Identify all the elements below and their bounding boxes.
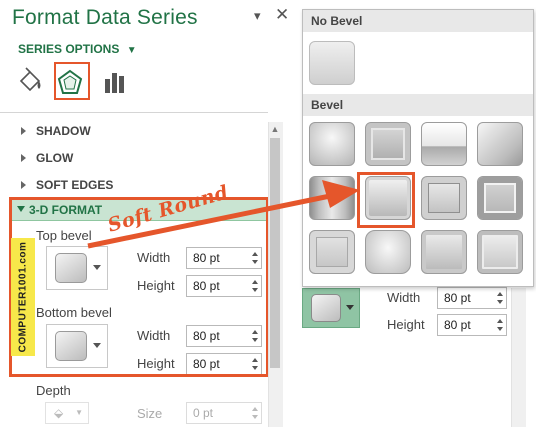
no-bevel-header-label: No Bevel [311, 14, 363, 28]
chevron-down-icon: ▼ [75, 408, 83, 417]
spin-up-icon[interactable] [497, 292, 503, 296]
pane-divider [0, 112, 268, 113]
bevel-tile-riblet[interactable] [365, 230, 411, 274]
expand-icon [21, 127, 26, 135]
paint-bucket-icon: ⬙ [54, 406, 64, 420]
right-width-spinner[interactable]: 80 pt [437, 287, 507, 309]
bevel-tile-convex[interactable] [421, 176, 467, 220]
right-width-value: 80 pt [444, 291, 471, 305]
depth-color-picker[interactable]: ⬙ ▼ [45, 402, 89, 424]
series-options-label: SERIES OPTIONS [18, 42, 120, 56]
bevel-tile-cross[interactable] [421, 122, 467, 166]
watermark: COMPUTER1001.com [11, 238, 35, 356]
chevron-down-icon [346, 305, 354, 310]
watermark-text: COMPUTER1001.com [17, 241, 29, 353]
right-height-value: 80 pt [444, 318, 471, 332]
section-shadow[interactable]: SHADOW [36, 124, 91, 138]
bevel-preview-icon [311, 294, 341, 322]
scroll-up-icon[interactable]: ▲ [268, 122, 282, 136]
spin-down-icon[interactable] [497, 327, 503, 331]
expand-icon [21, 181, 26, 189]
pentagon-icon[interactable] [57, 67, 83, 97]
scrollbar-thumb[interactable] [270, 138, 280, 368]
bevel-tile-hard-edge[interactable] [421, 230, 467, 274]
depth-size-spinner[interactable]: 0 pt [186, 402, 262, 424]
section-soft-edges[interactable]: SOFT EDGES [36, 178, 113, 192]
bevel-tile-angle[interactable] [309, 176, 355, 220]
selected-bevel-highlight [357, 172, 415, 228]
no-bevel-header: No Bevel [303, 10, 533, 32]
bar-chart-icon[interactable] [103, 67, 129, 97]
spin-up-icon[interactable] [497, 319, 503, 323]
paint-bucket-icon[interactable] [17, 67, 43, 97]
expand-icon [21, 154, 26, 162]
spin-down-icon[interactable] [497, 300, 503, 304]
series-options-dropdown[interactable]: SERIES OPTIONS ▼ [18, 42, 137, 56]
spin-up-icon[interactable] [252, 407, 258, 411]
bevel-tile-divot[interactable] [309, 230, 355, 274]
bevel-header: Bevel [303, 94, 533, 116]
bevel-tile-cool-slant[interactable] [477, 122, 523, 166]
pane-options-icon[interactable]: ▾ [254, 8, 261, 24]
bevel-tile-slope[interactable] [477, 176, 523, 220]
depth-size-value: 0 pt [193, 406, 214, 420]
pane-title: Format Data Series [12, 6, 198, 29]
chevron-down-icon: ▼ [126, 45, 137, 56]
bevel-tile-none[interactable] [309, 41, 355, 85]
depth-label: Depth [36, 383, 71, 398]
depth-size-label: Size [137, 406, 163, 421]
right-height-spinner[interactable]: 80 pt [437, 314, 507, 336]
bevel-header-label: Bevel [311, 98, 344, 112]
bevel-tile-art-deco[interactable] [477, 230, 523, 274]
bevel-tile-circle[interactable] [309, 122, 355, 166]
right-scrollbar[interactable] [511, 288, 526, 427]
right-height-label: Height [387, 317, 425, 332]
right-width-label: Width [387, 290, 421, 305]
section-glow[interactable]: GLOW [36, 151, 73, 165]
close-icon[interactable]: ✕ [275, 5, 289, 25]
bevel-tile-relaxed-inset[interactable] [365, 122, 411, 166]
spin-down-icon[interactable] [252, 415, 258, 419]
top-bevel-dropdown-active[interactable] [302, 288, 360, 328]
